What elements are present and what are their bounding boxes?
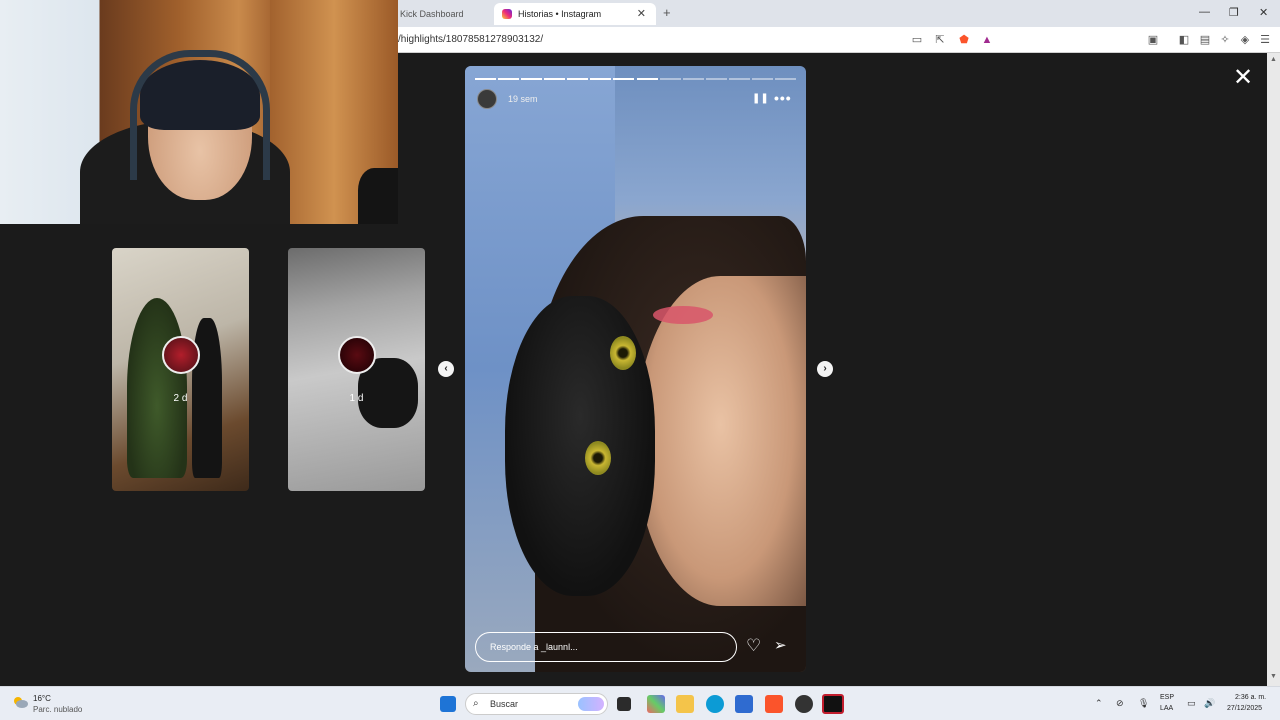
- headset-image: [130, 50, 270, 180]
- progress-segment: [705, 78, 727, 80]
- tab-kick-dashboard[interactable]: Kick Dashboard: [392, 3, 492, 25]
- brave-shield-icon[interactable]: ⬟: [957, 33, 971, 47]
- progress-segment: [544, 78, 566, 80]
- share-icon[interactable]: ⇱: [933, 33, 947, 47]
- cat-eye: [610, 336, 636, 370]
- search-highlight-icon: [578, 697, 604, 711]
- vpn-icon[interactable]: ◈: [1238, 33, 1252, 47]
- maximize-button[interactable]: ❐: [1229, 6, 1239, 19]
- file-explorer-icon[interactable]: [676, 695, 694, 713]
- volume-icon[interactable]: 🔊: [1204, 698, 1215, 709]
- cast-icon[interactable]: ▭: [910, 33, 924, 47]
- menu-icon[interactable]: ☰: [1258, 33, 1272, 47]
- scrollbar[interactable]: ▲ ▼: [1267, 53, 1280, 686]
- new-tab-button[interactable]: +: [663, 5, 671, 20]
- tab-label: Kick Dashboard: [400, 9, 464, 19]
- store-icon[interactable]: [735, 695, 753, 713]
- progress-segment: [774, 78, 796, 80]
- webcam-overlay: [0, 0, 398, 224]
- current-story[interactable]: 19 sem ❚❚ ••• Responde a _launnl... ♡ ➢: [465, 66, 806, 672]
- story-time: 2 d: [173, 393, 188, 404]
- microphone-icon[interactable]: 🎙: [1138, 698, 1149, 709]
- game-app-icon[interactable]: [822, 694, 844, 714]
- edge-icon[interactable]: [706, 695, 724, 713]
- progress-segment: [728, 78, 750, 80]
- address-bar[interactable]: /highlights/18078581278903132/: [398, 34, 543, 45]
- progress-segment: [521, 78, 543, 80]
- owner-avatar[interactable]: [477, 89, 497, 109]
- progress-segment: [475, 78, 497, 80]
- pause-button[interactable]: ❚❚: [752, 93, 769, 104]
- tab-search-icon[interactable]: ▣: [1146, 33, 1160, 47]
- like-icon[interactable]: ♡: [746, 636, 761, 656]
- weather-temp: 16°C: [33, 694, 51, 703]
- previous-story-button[interactable]: ‹: [438, 361, 454, 377]
- scroll-up-icon[interactable]: ▲: [1270, 56, 1277, 63]
- network-off-icon[interactable]: ⊘: [1116, 698, 1124, 709]
- reply-input[interactable]: Responde a _launnl...: [475, 632, 737, 662]
- leo-ai-icon[interactable]: ✧: [1218, 33, 1232, 47]
- instagram-icon: [502, 9, 512, 19]
- story-time: 1 d: [349, 393, 364, 404]
- face-image: [635, 276, 806, 606]
- weather-icon[interactable]: [12, 695, 28, 709]
- progress-segment: [682, 78, 704, 80]
- tab-instagram[interactable]: Historias • Instagram ✕: [494, 3, 656, 25]
- cat-eye: [585, 441, 611, 475]
- brave-icon[interactable]: [765, 695, 783, 713]
- scroll-down-icon[interactable]: ▼: [1270, 673, 1277, 680]
- side-story-1[interactable]: 2 d: [112, 248, 249, 491]
- clock-date[interactable]: 27/12/2025: [1227, 705, 1262, 712]
- language-layout[interactable]: LAA: [1160, 705, 1173, 712]
- sidebar-icon[interactable]: ◧: [1177, 33, 1191, 47]
- start-icon[interactable]: [440, 696, 456, 712]
- copilot-icon[interactable]: [647, 695, 665, 713]
- clock-time[interactable]: 2:36 a. m.: [1235, 694, 1266, 701]
- show-hidden-icons-icon[interactable]: ⌃: [1095, 698, 1103, 709]
- brave-rewards-icon[interactable]: ▲: [980, 33, 994, 47]
- progress-segment: [498, 78, 520, 80]
- microphone-image: [358, 168, 398, 224]
- progress-segment: [567, 78, 589, 80]
- weather-desc: Parc. nublado: [33, 705, 83, 714]
- next-story-button[interactable]: ›: [817, 361, 833, 377]
- minimize-button[interactable]: —: [1199, 6, 1210, 18]
- side-story-2[interactable]: 1 d: [288, 248, 425, 491]
- wallet-icon[interactable]: ▤: [1198, 33, 1212, 47]
- display-icon[interactable]: ▭: [1187, 698, 1196, 709]
- story-time: 19 sem: [508, 94, 538, 104]
- search-label: Buscar: [490, 699, 519, 709]
- obs-icon[interactable]: [795, 695, 813, 713]
- close-viewer-button[interactable]: ✕: [1233, 66, 1253, 90]
- avatar: [162, 336, 200, 374]
- taskbar-search[interactable]: ⌕ Buscar: [465, 693, 608, 715]
- progress-segment: [751, 78, 773, 80]
- language-code[interactable]: ESP: [1160, 694, 1174, 701]
- avatar: [338, 336, 376, 374]
- progress-segment: [659, 78, 681, 80]
- task-view-icon[interactable]: [617, 697, 631, 711]
- taskbar: 16°C Parc. nublado ⌕ Buscar ⌃ ⊘ 🎙 ESP LA…: [0, 686, 1280, 720]
- christmas-tree-image: [127, 298, 187, 478]
- close-tab-icon[interactable]: ✕: [637, 7, 646, 20]
- tab-label: Historias • Instagram: [518, 9, 602, 19]
- more-options-button[interactable]: •••: [774, 90, 792, 106]
- close-window-button[interactable]: ✕: [1259, 6, 1268, 19]
- search-icon: ⌕: [473, 698, 479, 709]
- progress-segment: [636, 78, 658, 80]
- progress-segment: [613, 78, 635, 80]
- progress-segment: [590, 78, 612, 80]
- send-icon[interactable]: ➢: [774, 636, 787, 654]
- lips-image: [653, 306, 713, 324]
